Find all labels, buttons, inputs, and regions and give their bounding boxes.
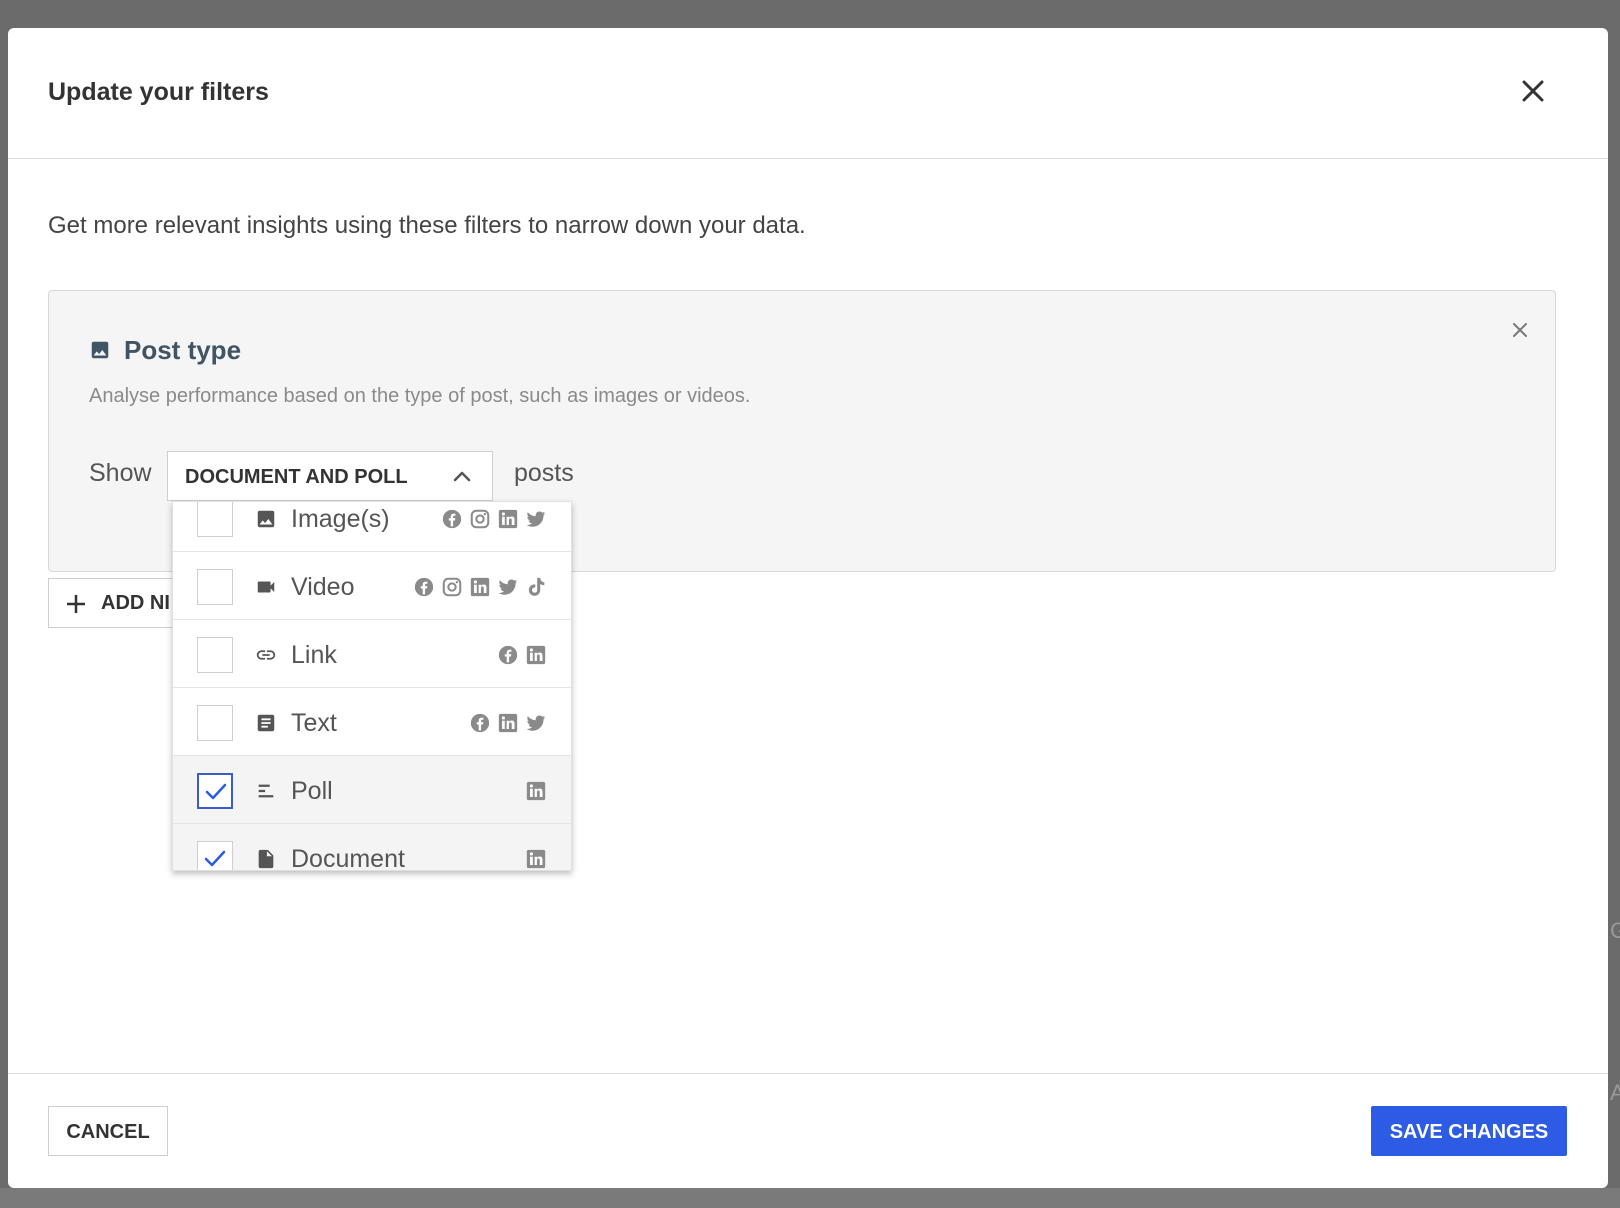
platform-icons — [413, 576, 547, 598]
twitter-icon — [525, 508, 547, 530]
option-label: Link — [291, 641, 337, 669]
linkedin-icon — [497, 508, 519, 530]
option-label: Image(s) — [291, 505, 390, 533]
option-image-s[interactable]: Image(s) — [173, 502, 571, 552]
platform-icons — [525, 780, 547, 802]
plus-icon — [65, 593, 87, 615]
backdrop-strip — [0, 1188, 1620, 1208]
instagram-icon — [441, 576, 463, 598]
close-icon[interactable] — [1518, 76, 1548, 106]
post-type-dropdown: Image(s) Video Link Text Poll Document — [172, 501, 572, 871]
save-changes-button[interactable]: SAVE CHANGES — [1371, 1106, 1567, 1156]
check-icon — [205, 783, 227, 800]
platform-icons — [497, 644, 547, 666]
linkedin-icon — [525, 644, 547, 666]
option-checkbox[interactable] — [197, 705, 233, 741]
option-label: Document — [291, 845, 405, 871]
add-filter-button[interactable]: ADD NI — [48, 578, 188, 628]
linkedin-icon — [497, 712, 519, 734]
option-label: Poll — [291, 777, 333, 805]
add-filter-label: ADD NI — [101, 592, 170, 614]
posts-label: posts — [514, 459, 574, 487]
link-icon — [255, 644, 277, 666]
filter-title: Post type — [124, 335, 242, 365]
check-icon — [204, 850, 226, 867]
chevron-up-icon — [452, 468, 472, 484]
option-checkbox[interactable] — [197, 637, 233, 673]
platform-icons — [469, 712, 547, 734]
option-checkbox[interactable] — [197, 569, 233, 605]
videocam-icon — [255, 576, 277, 598]
modal-header: Update your filters — [8, 28, 1608, 159]
facebook-icon — [441, 508, 463, 530]
post-type-select[interactable]: DOCUMENT AND POLL — [167, 451, 493, 501]
tiktok-icon — [525, 576, 547, 598]
image-icon — [255, 508, 277, 530]
linkedin-icon — [525, 848, 547, 870]
platform-icons — [525, 848, 547, 870]
platform-icons — [441, 508, 547, 530]
facebook-icon — [497, 644, 519, 666]
backdrop-fragment: A — [1610, 1080, 1620, 1105]
option-label: Video — [291, 573, 355, 601]
remove-filter-icon[interactable] — [1511, 321, 1529, 339]
select-value: DOCUMENT AND POLL — [185, 466, 408, 488]
option-checkbox[interactable] — [197, 502, 233, 537]
option-checkbox[interactable] — [197, 841, 233, 870]
facebook-icon — [413, 576, 435, 598]
modal-footer: CANCEL SAVE CHANGES — [8, 1073, 1608, 1188]
article-icon — [255, 712, 277, 734]
modal-title: Update your filters — [48, 78, 269, 106]
option-document[interactable]: Document — [173, 824, 571, 871]
show-label: Show — [89, 459, 152, 487]
option-link[interactable]: Link — [173, 620, 571, 688]
twitter-icon — [525, 712, 547, 734]
option-text[interactable]: Text — [173, 688, 571, 756]
option-checkbox[interactable] — [197, 773, 233, 809]
cancel-button[interactable]: CANCEL — [48, 1106, 168, 1156]
filter-description: Analyse performance based on the type of… — [89, 385, 751, 407]
intro-text: Get more relevant insights using these f… — [48, 212, 806, 239]
backdrop-fragment: G — [1610, 918, 1620, 943]
facebook-icon — [469, 712, 491, 734]
twitter-icon — [497, 576, 519, 598]
option-video[interactable]: Video — [173, 552, 571, 620]
option-label: Text — [291, 709, 337, 737]
poll-icon — [255, 780, 277, 802]
image-icon — [89, 339, 111, 361]
filters-modal: Update your filters Get more relevant in… — [8, 28, 1608, 1188]
option-poll[interactable]: Poll — [173, 756, 571, 824]
document-icon — [255, 848, 277, 870]
instagram-icon — [469, 508, 491, 530]
linkedin-icon — [469, 576, 491, 598]
linkedin-icon — [525, 780, 547, 802]
